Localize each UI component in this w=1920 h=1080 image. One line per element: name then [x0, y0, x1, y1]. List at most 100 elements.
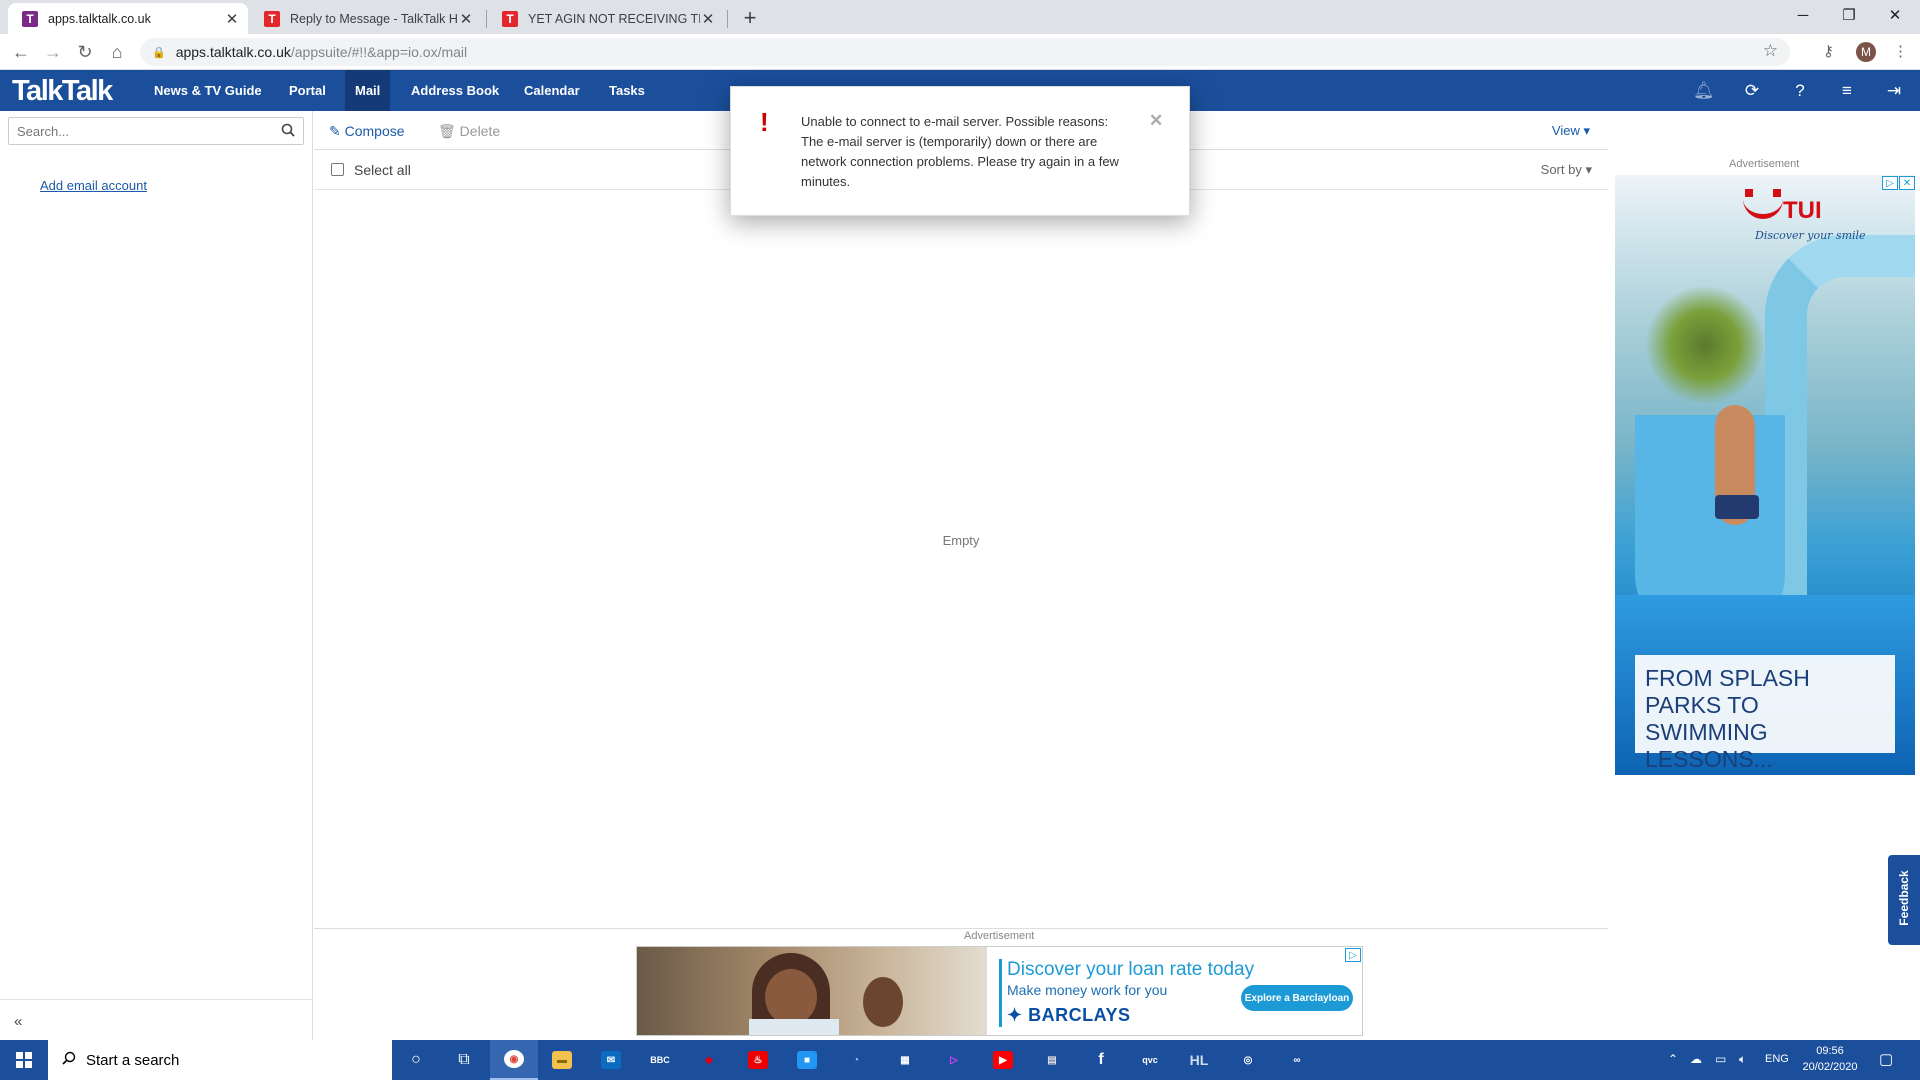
network-icon[interactable]: ▭ — [1715, 1052, 1726, 1066]
search-input[interactable]: Search... — [8, 117, 304, 145]
trash-icon: 🗑︎ — [438, 123, 456, 139]
nav-calendar[interactable]: Calendar — [514, 70, 590, 111]
back-icon[interactable]: ← — [9, 41, 33, 63]
view-dropdown[interactable]: View ▾ — [1552, 123, 1590, 139]
ad-person-face — [765, 969, 817, 1025]
qvc-icon[interactable]: qvc — [1126, 1040, 1174, 1080]
sort-by-dropdown[interactable]: Sort by ▾ — [1541, 162, 1592, 178]
nav-mail[interactable]: Mail — [345, 70, 391, 111]
explore-barclayloan-button[interactable]: Explore a Barclayloan — [1241, 985, 1353, 1011]
ad-photo — [637, 947, 987, 1035]
close-window-icon[interactable]: ✕ — [1872, 0, 1918, 30]
tui-skyscraper-ad[interactable]: TUI Discover your smile FROM SPLASH PARK… — [1615, 175, 1915, 775]
edge-icon[interactable]: ◔ — [832, 1040, 880, 1080]
language-indicator[interactable]: ENG — [1765, 1053, 1789, 1065]
home-icon[interactable]: ⌂ — [105, 41, 129, 63]
error-icon: ! — [760, 107, 769, 137]
close-notification-icon[interactable]: ✕ — [1149, 111, 1163, 131]
browser-tab-not-receiving[interactable]: T YET AGIN NOT RECEIVING TISCA ✕ — [488, 3, 724, 34]
compose-label: Compose — [344, 123, 405, 139]
windows-logo-icon — [16, 1052, 32, 1068]
media-player-icon[interactable]: ▷ — [930, 1040, 978, 1080]
bookmark-star-icon[interactable]: ☆ — [1763, 41, 1778, 61]
bell-icon[interactable]: 🔔︎ — [1693, 81, 1715, 101]
nav-news-tv-guide[interactable]: News & TV Guide — [144, 70, 272, 111]
nav-address-book[interactable]: Address Book — [401, 70, 509, 111]
adchoices-icon[interactable]: ▷ — [1345, 948, 1361, 962]
talktalk-favicon-icon: T — [264, 10, 280, 27]
close-tab-icon[interactable]: ✕ — [224, 10, 240, 28]
minimize-window-icon[interactable]: ─ — [1780, 0, 1826, 30]
browser-tab-reply-message[interactable]: T Reply to Message - TalkTalk Help ✕ — [250, 3, 482, 34]
forward-icon[interactable]: → — [41, 41, 65, 63]
talktalk-favicon-icon: T — [22, 10, 38, 27]
caret-down-icon: ▾ — [1583, 123, 1590, 138]
url-host: apps.talktalk.co.uk — [175, 44, 291, 60]
feedback-tab[interactable]: Feedback — [1888, 855, 1920, 945]
tripadvisor-icon[interactable]: ∞ — [1273, 1040, 1321, 1080]
nav-portal[interactable]: Portal — [279, 70, 336, 111]
target-app-icon[interactable]: ◎ — [1224, 1040, 1272, 1080]
caret-down-icon: ▾ — [1585, 162, 1592, 177]
chrome-icon[interactable]: ◉ — [490, 1040, 538, 1080]
start-button[interactable] — [0, 1040, 48, 1080]
taskbar-search-box[interactable]: Start a search — [48, 1040, 392, 1080]
refresh-icon[interactable]: ⟳ — [1742, 81, 1762, 101]
calculator-icon[interactable]: ▦ — [881, 1040, 929, 1080]
store-icon[interactable]: ■ — [783, 1040, 831, 1080]
taskbar-clock[interactable]: 09:56 20/02/2020 — [1795, 1043, 1865, 1075]
tab-separator — [727, 10, 728, 28]
nav-tasks[interactable]: Tasks — [599, 70, 655, 111]
barclays-banner-ad[interactable]: Discover your loan rate today Make money… — [636, 946, 1363, 1036]
close-tab-icon[interactable]: ✕ — [700, 10, 716, 28]
menu-icon[interactable]: ≡ — [1837, 81, 1857, 101]
action-center-icon[interactable]: ▢ — [1879, 1050, 1893, 1068]
bbc-icon[interactable]: BBC — [636, 1040, 684, 1080]
browser-tab-talktalk-apps[interactable]: T apps.talktalk.co.uk ✕ — [8, 3, 248, 34]
tui-smile-logo-icon — [1743, 199, 1783, 219]
mail-app-icon[interactable]: ✉ — [587, 1040, 635, 1080]
adchoices-icon[interactable]: ▷ — [1882, 176, 1898, 190]
close-tab-icon[interactable]: ✕ — [458, 10, 474, 28]
talktalk-logo[interactable]: TalkTalk — [12, 75, 113, 108]
hl-icon[interactable]: HL — [1175, 1040, 1223, 1080]
onedrive-icon[interactable]: ☁ — [1690, 1052, 1702, 1066]
url-path: /appsuite/#!!&app=io.ox/mail — [290, 44, 468, 60]
logout-icon[interactable]: ⇥ — [1884, 81, 1904, 101]
volume-icon[interactable]: 🔈︎ — [1739, 1052, 1746, 1067]
file-explorer-icon[interactable]: ▬ — [538, 1040, 586, 1080]
select-all-label[interactable]: Select all — [354, 162, 411, 178]
task-view-icon[interactable]: ⧉ — [440, 1040, 488, 1080]
santander-icon[interactable]: ♨ — [734, 1040, 782, 1080]
youtube-icon[interactable]: ▶ — [979, 1040, 1027, 1080]
browser-menu-icon[interactable]: ⋮ — [1893, 42, 1908, 60]
empty-state-text: Empty — [942, 533, 980, 548]
eagle-icon: ✦ — [1007, 1005, 1023, 1025]
collapse-sidebar-button[interactable]: « — [0, 999, 313, 1041]
hsbc-icon[interactable]: ◆ — [685, 1040, 733, 1080]
address-bar[interactable]: 🔒 apps.talktalk.co.uk/appsuite/#!!&app=i… — [140, 38, 1790, 66]
clock-time: 09:56 — [1816, 1045, 1844, 1057]
tui-brand: TUI — [1783, 197, 1822, 224]
reload-icon[interactable]: ↻ — [73, 41, 97, 63]
network-drive-icon[interactable]: ▤ — [1028, 1040, 1076, 1080]
compose-button[interactable]: ✎ Compose — [329, 123, 405, 140]
windows-taskbar: Start a search ○ ⧉ ◉ ▬ ✉ BBC ◆ ♨ ■ ◔ ▦ ▷… — [0, 1040, 1920, 1080]
ad-headline-box: FROM SPLASH PARKS TO SWIMMING LESSONS... — [1635, 655, 1895, 772]
show-hidden-icons-icon[interactable]: ⌃ — [1668, 1052, 1678, 1066]
select-all-checkbox[interactable] — [331, 163, 344, 176]
profile-avatar[interactable]: M — [1856, 42, 1876, 62]
browser-tab-title: apps.talktalk.co.uk — [48, 11, 151, 26]
barclays-logo: ✦ BARCLAYS — [1007, 1005, 1130, 1026]
delete-button[interactable]: 🗑︎ Delete — [438, 123, 500, 140]
cortana-icon[interactable]: ○ — [392, 1040, 440, 1080]
search-placeholder: Search... — [17, 123, 70, 139]
new-tab-button[interactable]: + — [738, 5, 762, 31]
key-icon[interactable]: ⚷ — [1823, 42, 1834, 60]
search-icon[interactable] — [281, 123, 295, 140]
close-ad-icon[interactable]: ✕ — [1899, 176, 1915, 190]
app-f-icon[interactable]: f — [1077, 1040, 1125, 1080]
add-email-account-link[interactable]: Add email account — [40, 178, 147, 193]
restore-window-icon[interactable]: ❐ — [1826, 0, 1872, 30]
help-icon[interactable]: ? — [1790, 81, 1810, 101]
